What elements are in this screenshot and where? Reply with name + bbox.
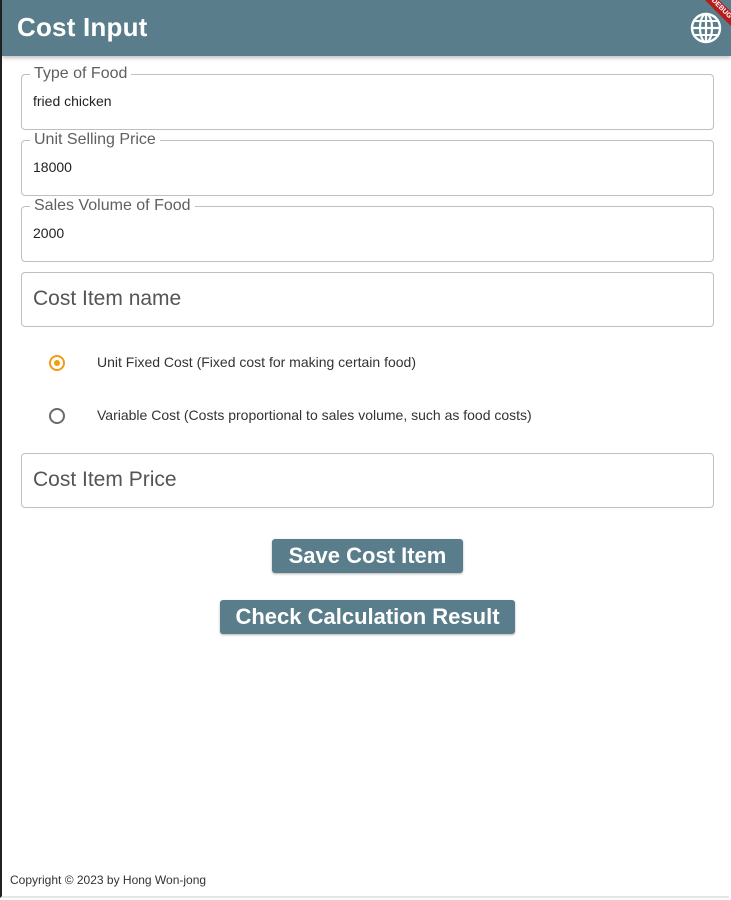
- radio-option-unit-fixed[interactable]: Unit Fixed Cost (Fixed cost for making c…: [49, 351, 416, 375]
- page-title: Cost Input: [17, 12, 148, 42]
- save-cost-item-button[interactable]: Save Cost Item: [272, 539, 463, 573]
- cost-item-price-placeholder[interactable]: Cost Item Price: [33, 468, 177, 492]
- check-calculation-result-button[interactable]: Check Calculation Result: [220, 600, 515, 634]
- radio-unit-fixed-label[interactable]: Unit Fixed Cost (Fixed cost for making c…: [97, 354, 416, 370]
- unit-selling-price-label: Unit Selling Price: [30, 131, 160, 149]
- radio-option-variable[interactable]: Variable Cost (Costs proportional to sal…: [49, 404, 532, 428]
- sales-volume-value[interactable]: 2000: [33, 225, 693, 241]
- radio-variable[interactable]: [49, 408, 65, 424]
- cost-item-price-field[interactable]: Cost Item Price: [21, 453, 714, 508]
- app-bar: Cost Input DEBUG: [2, 0, 731, 56]
- radio-unit-fixed[interactable]: [49, 355, 65, 371]
- type-of-food-label: Type of Food: [30, 65, 132, 83]
- unit-selling-price-field[interactable]: Unit Selling Price 18000: [21, 131, 714, 196]
- cost-item-name-placeholder[interactable]: Cost Item name: [33, 287, 181, 311]
- sales-volume-label: Sales Volume of Food: [30, 197, 195, 215]
- type-of-food-value[interactable]: fried chicken: [33, 93, 693, 109]
- unit-selling-price-value[interactable]: 18000: [33, 159, 693, 175]
- sales-volume-field[interactable]: Sales Volume of Food 2000: [21, 197, 714, 262]
- type-of-food-field[interactable]: Type of Food fried chicken: [21, 65, 714, 130]
- cost-item-name-field[interactable]: Cost Item name: [21, 272, 714, 327]
- copyright-text: Copyright © 2023 by Hong Won-jong: [10, 873, 207, 887]
- globe-icon[interactable]: [690, 12, 722, 44]
- radio-variable-label[interactable]: Variable Cost (Costs proportional to sal…: [97, 407, 532, 423]
